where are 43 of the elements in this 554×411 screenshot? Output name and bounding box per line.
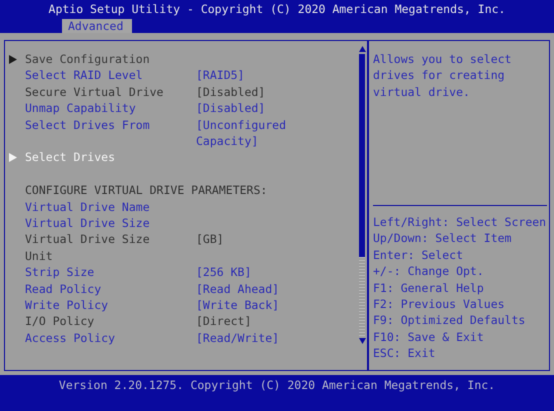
key-hint: Up/Down: Select Item	[373, 230, 512, 247]
setting-value[interactable]: [Disabled]	[196, 100, 304, 117]
setting-label: I/O Policy	[25, 313, 96, 330]
setting-label: Secure Virtual Drive	[25, 84, 164, 100]
version-text: Version 2.20.1275. Copyright (C) 2020 American Megatrends, Inc.	[58, 378, 496, 394]
setting-value: [Direct]	[196, 313, 252, 330]
setting-value[interactable]: [Unconfigured Capacity]	[196, 116, 304, 150]
key-hint: F9: Optimized Defaults	[373, 312, 526, 329]
key-hint: F1: General Help	[373, 280, 485, 296]
scroll-up-icon[interactable]	[358, 46, 366, 52]
scrollbar[interactable]	[358, 46, 366, 344]
key-hint: Left/Right: Select Screen	[373, 214, 548, 230]
window-title: Aptio Setup Utility - Copyright (C) 2020 American Megatrends, Inc.	[48, 2, 506, 16]
setting-label: Virtual Drive Size Unit	[25, 231, 151, 264]
setting-label[interactable]: Select RAID Level	[25, 67, 174, 84]
setting-label[interactable]: Unmap Capability	[25, 100, 174, 117]
setting-label[interactable]: Virtual Drive Name	[25, 198, 174, 216]
arrow-icon	[9, 55, 17, 64]
arrow-icon	[9, 153, 17, 162]
help-text: Allows you to select drives for creating virtual drive.	[373, 51, 512, 101]
key-hint: Enter: Select	[373, 246, 464, 264]
setting-value[interactable]: [RAID5]	[196, 67, 304, 84]
scroll-down-icon[interactable]	[358, 338, 366, 344]
setting-label[interactable]: Write Policy	[25, 297, 174, 314]
setting-value: [Disabled]	[196, 84, 266, 100]
section-heading: CONFIGURE VIRTUAL DRIVE PARAMETERS:	[25, 182, 268, 199]
key-hint: F10: Save & Exit	[373, 328, 485, 346]
setting-value[interactable]: [256 KB]	[196, 264, 304, 281]
setting-value[interactable]: [Write Back]	[196, 297, 304, 314]
setting-value: [GB]	[196, 231, 225, 248]
setting-label[interactable]: Virtual Drive Size	[25, 215, 174, 232]
tab[interactable]: Advanced	[62, 19, 132, 33]
submenu-item[interactable]: Select Drives	[25, 149, 174, 166]
setting-label[interactable]: Access Policy	[25, 330, 174, 346]
key-hint: F2: Previous Values	[373, 296, 506, 312]
submenu-item[interactable]: Save Configuration	[25, 51, 174, 68]
key-hint: ESC: Exit	[373, 345, 436, 362]
key-hint: +/-: Change Opt.	[373, 263, 485, 280]
setting-value[interactable]: [Read/Write]	[196, 330, 304, 346]
setting-value[interactable]: [Read Ahead]	[196, 280, 304, 298]
setting-label[interactable]: Read Policy	[25, 280, 174, 298]
setting-label[interactable]: Strip Size	[25, 264, 174, 281]
setting-label[interactable]: Select Drives From	[25, 116, 174, 150]
